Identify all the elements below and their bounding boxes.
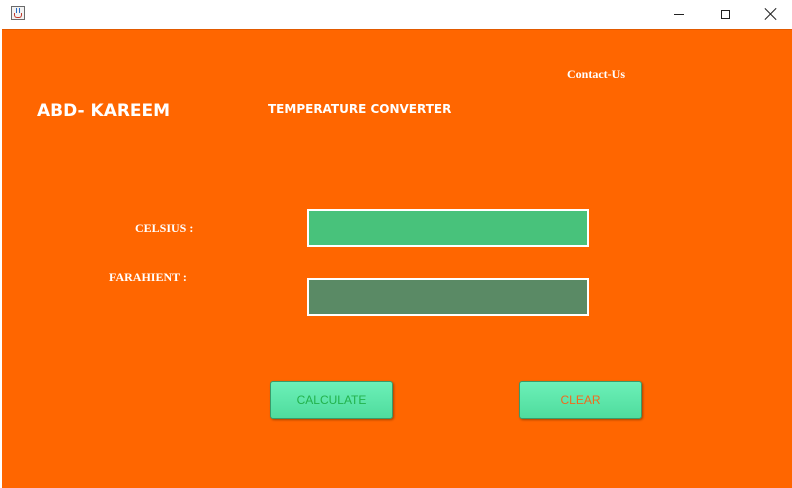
minimize-button[interactable]	[656, 0, 702, 28]
close-button[interactable]	[748, 0, 792, 28]
celsius-input[interactable]	[307, 209, 589, 247]
contact-us-link[interactable]: Contact-Us	[567, 67, 625, 82]
celsius-label: CELSIUS :	[135, 221, 194, 235]
page-title: TEMPERATURE CONVERTER	[268, 102, 452, 116]
brand-name: ABD- KAREEM	[37, 101, 171, 121]
minimize-icon	[674, 13, 684, 15]
fahrenheit-label: FARAHIENT :	[109, 270, 187, 284]
calculate-button[interactable]: CALCULATE	[270, 381, 393, 419]
close-icon	[765, 8, 777, 20]
clear-button[interactable]: CLEAR	[519, 381, 642, 419]
app-window: Contact-Us ABD- KAREEM TEMPERATURE CONVE…	[0, 0, 792, 488]
maximize-button[interactable]	[702, 0, 748, 28]
fahrenheit-input[interactable]	[307, 278, 589, 316]
title-bar[interactable]	[0, 0, 792, 28]
java-app-icon[interactable]	[11, 6, 25, 20]
main-panel: Contact-Us ABD- KAREEM TEMPERATURE CONVE…	[2, 29, 792, 488]
maximize-icon	[720, 9, 730, 19]
